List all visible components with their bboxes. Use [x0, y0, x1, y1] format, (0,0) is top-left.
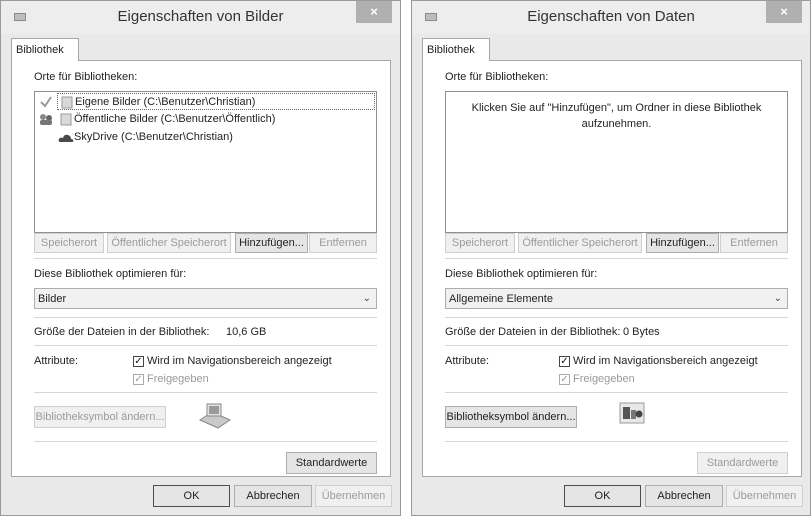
divider [34, 441, 377, 442]
entfernen-button[interactable]: Entfernen [720, 233, 788, 253]
tab-panel: Orte für Bibliotheken: Eigene Bilder (C:… [11, 60, 391, 477]
library-icon [198, 403, 232, 429]
window-title: Eigenschaften von Bilder [117, 8, 284, 25]
optimize-label: Diese Bibliothek optimieren für: [34, 268, 187, 280]
locations-label: Orte für Bibliotheken: [445, 71, 549, 83]
divider [445, 392, 788, 393]
tab-bibliothek[interactable]: Bibliothek [422, 38, 490, 61]
shared-checkbox-label: Freigegeben [573, 373, 635, 385]
skydrive-icon [58, 134, 74, 142]
chevron-down-icon: ⌄ [773, 293, 782, 304]
divider [34, 345, 377, 346]
location-text: Eigene Bilder (C:\Benutzer\Christian) [75, 96, 256, 108]
location-text: Öffentliche Bilder (C:\Benutzer\Öffentli… [74, 113, 276, 125]
nav-pane-checkbox-label: Wird im Navigationsbereich angezeigt [147, 355, 332, 367]
title-bar[interactable]: Eigenschaften von Daten × [412, 1, 810, 34]
speicherort-button[interactable]: Speicherort [34, 233, 104, 253]
divider [34, 258, 377, 259]
optimize-select[interactable]: Allgemeine Elemente ⌄ [445, 288, 788, 309]
nav-pane-checkbox[interactable]: ✓ [133, 356, 144, 367]
empty-list-hint: Klicken Sie auf "Hinzufügen", um Ordner … [471, 102, 762, 130]
optimize-selected-value: Allgemeine Elemente [449, 293, 553, 305]
divider [34, 392, 377, 393]
oeffentlicher-speicherort-button[interactable]: Öffentlicher Speicherort [107, 233, 231, 253]
public-save-location-icon [40, 114, 52, 125]
list-item[interactable]: SkyDrive (C:\Benutzer\Christian) [57, 129, 375, 146]
shared-checkbox-label: Freigegeben [147, 373, 209, 385]
change-library-icon-button[interactable]: Bibliotheksymbol ändern... [445, 406, 577, 428]
chevron-down-icon: ⌄ [362, 293, 371, 304]
tab-bibliothek[interactable]: Bibliothek [11, 38, 79, 61]
close-button[interactable]: × [766, 1, 802, 23]
optimize-selected-value: Bilder [38, 293, 67, 305]
locations-label: Orte für Bibliotheken: [34, 71, 138, 83]
change-library-icon-button[interactable]: Bibliotheksymbol ändern... [34, 406, 166, 428]
locations-list[interactable]: Klicken Sie auf "Hinzufügen", um Ordner … [445, 91, 788, 233]
ok-button[interactable]: OK [564, 485, 641, 507]
default-save-check-icon [40, 96, 52, 108]
properties-dialog-bilder: Eigenschaften von Bilder × Bibliothek Or… [0, 0, 401, 516]
list-item[interactable]: Öffentliche Bilder (C:\Benutzer\Öffentli… [57, 111, 375, 128]
size-label: Größe der Dateien in der Bibliothek: [445, 326, 621, 338]
nav-pane-checkbox[interactable]: ✓ [559, 356, 570, 367]
title-bar[interactable]: Eigenschaften von Bilder × [1, 1, 400, 34]
optimize-label: Diese Bibliothek optimieren für: [445, 268, 598, 280]
library-icon [619, 402, 645, 424]
divider [445, 258, 788, 259]
folder-icon [60, 113, 72, 126]
ok-button[interactable]: OK [153, 485, 230, 507]
optimize-select[interactable]: Bilder ⌄ [34, 288, 377, 309]
cancel-button[interactable]: Abbrechen [234, 485, 312, 507]
divider [445, 317, 788, 318]
apply-button[interactable]: Übernehmen [315, 485, 392, 507]
attributes-label: Attribute: [34, 355, 79, 367]
window-title: Eigenschaften von Daten [527, 8, 695, 25]
speicherort-button[interactable]: Speicherort [445, 233, 515, 253]
divider [445, 345, 788, 346]
divider [445, 441, 788, 442]
entfernen-button[interactable]: Entfernen [309, 233, 377, 253]
folder-icon [61, 96, 73, 109]
hinzufuegen-button[interactable]: Hinzufügen... [235, 233, 308, 253]
size-label: Größe der Dateien in der Bibliothek: [34, 326, 210, 338]
standardwerte-button[interactable]: Standardwerte [286, 452, 377, 474]
close-button[interactable]: × [356, 1, 392, 23]
properties-dialog-daten: Eigenschaften von Daten × Bibliothek Ort… [411, 0, 811, 516]
list-item[interactable]: Eigene Bilder (C:\Benutzer\Christian) [57, 93, 375, 110]
oeffentlicher-speicherort-button[interactable]: Öffentlicher Speicherort [518, 233, 642, 253]
nav-pane-checkbox-label: Wird im Navigationsbereich angezeigt [573, 355, 758, 367]
size-value: 0 Bytes [623, 326, 660, 338]
shared-checkbox[interactable]: ✓ [133, 374, 144, 385]
tab-panel: Orte für Bibliotheken: Klicken Sie auf "… [422, 60, 802, 477]
locations-list[interactable]: Eigene Bilder (C:\Benutzer\Christian) Öf… [34, 91, 377, 233]
apply-button[interactable]: Übernehmen [726, 485, 803, 507]
shared-checkbox[interactable]: ✓ [559, 374, 570, 385]
attributes-label: Attribute: [445, 355, 490, 367]
divider [34, 317, 377, 318]
cancel-button[interactable]: Abbrechen [645, 485, 723, 507]
location-text: SkyDrive (C:\Benutzer\Christian) [74, 131, 233, 143]
standardwerte-button[interactable]: Standardwerte [697, 452, 788, 474]
hinzufuegen-button[interactable]: Hinzufügen... [646, 233, 719, 253]
size-value: 10,6 GB [226, 326, 267, 338]
